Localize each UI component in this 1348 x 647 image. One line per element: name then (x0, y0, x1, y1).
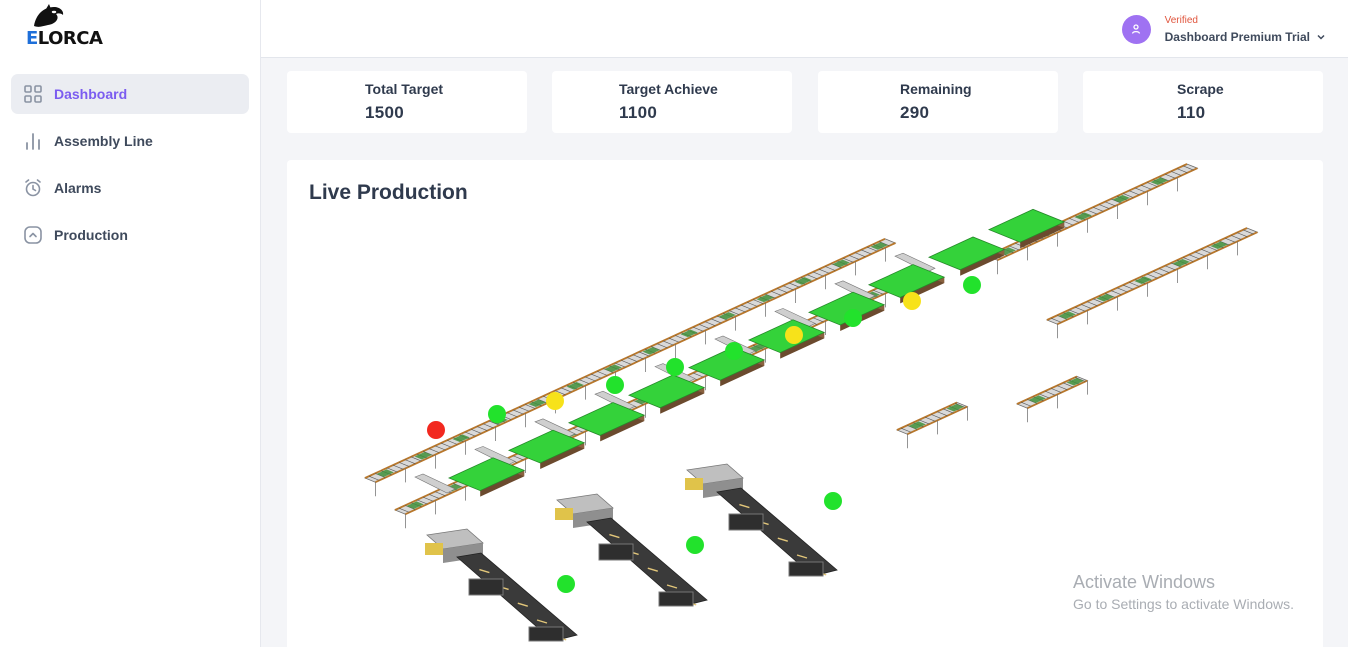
bar-chart-icon (23, 131, 43, 151)
status-indicator (844, 309, 862, 327)
sidebar-nav: Dashboard Assembly Line Alarms Productio… (11, 74, 249, 262)
stat-value: 110 (1177, 103, 1206, 122)
front-extension (1045, 227, 1259, 339)
branch-conveyor (1015, 375, 1089, 423)
alarm-clock-icon (23, 178, 43, 198)
status-indicator (557, 575, 575, 593)
assembly-pad (927, 236, 1006, 276)
sidebar-item-dashboard[interactable]: Dashboard (11, 74, 249, 114)
outfeed-line-3 (685, 463, 838, 577)
logo-text: ELORCA (26, 28, 103, 49)
status-indicator (963, 276, 981, 294)
status-indicator (785, 326, 803, 344)
sidebar: ELORCA Dashboard Assembly Line Alarms Pr… (0, 0, 261, 647)
plan-name: Dashboard Premium Trial (1165, 30, 1326, 44)
status-indicator (686, 536, 704, 554)
elorca-logo[interactable]: ELORCA (22, 4, 103, 50)
status-indicator (666, 358, 684, 376)
stat-title: Remaining (900, 81, 972, 97)
user-icon (1131, 24, 1141, 34)
stat-card-remaining: Remaining 290 (818, 71, 1058, 133)
stat-card-target-achieve: Target Achieve 1100 (552, 71, 792, 133)
conveyor-network (363, 163, 1259, 642)
outfeed-line-2 (555, 493, 708, 607)
sidebar-item-label: Alarms (54, 180, 102, 196)
status-indicator (488, 405, 506, 423)
watermark-subtitle: Go to Settings to activate Windows. (1073, 596, 1294, 612)
stat-value: 1100 (619, 103, 658, 122)
status-indicator (546, 392, 564, 410)
stat-title: Target Achieve (619, 81, 718, 97)
stat-card-scrape: Scrape 110 (1083, 71, 1323, 133)
orca-icon (34, 4, 64, 27)
assembly-pad (987, 208, 1066, 249)
status-indicator (427, 421, 445, 439)
outfeed-line-1 (425, 528, 578, 642)
stats-row: Total Target 1500 Target Achieve 1100 Rema… (287, 71, 1323, 133)
stat-title: Total Target (365, 81, 444, 97)
chevron-down-icon[interactable] (1316, 32, 1326, 42)
sidebar-item-label: Production (54, 227, 128, 243)
sidebar-item-assembly-line[interactable]: Assembly Line (11, 121, 249, 161)
sidebar-item-production[interactable]: Production (11, 215, 249, 255)
topbar: Verified Dashboard Premium Trial (261, 0, 1348, 58)
stat-title: Scrape (1177, 81, 1224, 97)
sidebar-item-label: Dashboard (54, 86, 128, 102)
verified-status: Verified (1164, 14, 1198, 26)
watermark-title: Activate Windows (1073, 572, 1216, 592)
stat-value: 290 (900, 103, 930, 122)
avatar (1121, 14, 1151, 44)
sidebar-item-label: Assembly Line (54, 133, 153, 149)
user-menu[interactable]: Verified Dashboard Premium Trial (1121, 11, 1326, 47)
chevron-up-square-icon (23, 225, 43, 245)
sidebar-item-alarms[interactable]: Alarms (11, 168, 249, 208)
activate-windows-watermark: Activate Windows Go to Settings to activ… (1073, 572, 1294, 612)
stat-value: 1500 (365, 103, 405, 122)
cross-connector (414, 473, 456, 494)
status-indicator (903, 292, 921, 310)
stat-card-total-target: Total Target 1500 (287, 71, 527, 133)
status-indicator (606, 376, 624, 394)
status-indicator (824, 492, 842, 510)
branch-conveyor (895, 401, 969, 449)
plan-label: Dashboard Premium Trial (1164, 29, 1310, 44)
grid-icon (23, 84, 43, 104)
main-conveyor-rear (363, 237, 897, 497)
status-indicator (725, 342, 743, 360)
